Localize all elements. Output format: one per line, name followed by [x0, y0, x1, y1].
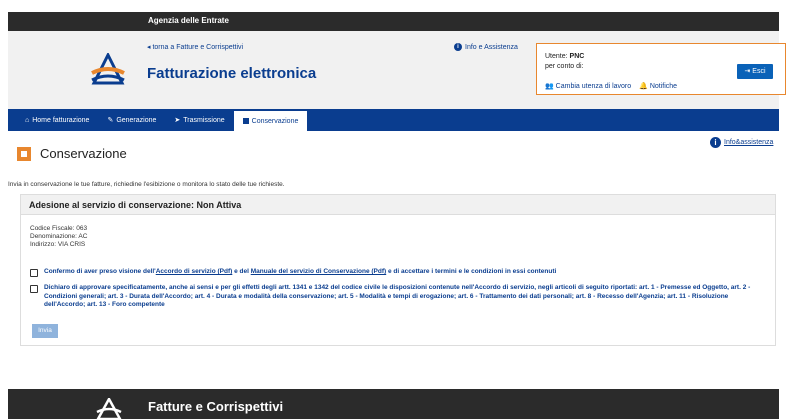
conservazione-icon: [17, 146, 31, 161]
info-assistenza-link[interactable]: i Info&assistenza: [710, 137, 773, 148]
approve-clauses-text: Dichiaro di approvare specificatamente, …: [44, 284, 751, 308]
accept-terms-row: Confermo di aver preso visione dell'Acco…: [30, 268, 556, 277]
panel-title: Adesione al servizio di conservazione: N…: [21, 195, 775, 215]
agency-bar: Agenzia delle Entrate: [8, 12, 779, 31]
send-button[interactable]: Invia: [32, 324, 58, 338]
info-icon: i: [454, 43, 462, 51]
accept-terms-pre: Confermo di aver preso visione dell': [44, 268, 156, 275]
main-nav: ⌂ Home fatturazione ✎ Generazione ➤ Trasmis…: [8, 109, 779, 131]
nav-generazione-label: Generazione: [116, 116, 157, 124]
adhesion-panel: Adesione al servizio di conservazione: N…: [20, 194, 776, 346]
user-box: Utente: PNC per conto di: ⇥ Esci 👥 Cambi…: [536, 43, 786, 95]
info-icon: i: [710, 137, 721, 148]
notifications-label: Notifiche: [649, 83, 678, 90]
nav-home-label: Home fatturazione: [32, 116, 90, 124]
page-title: Conservazione: [40, 146, 127, 161]
info-assistance-link[interactable]: i Info e Assistenza: [454, 43, 518, 51]
nav-trasmissione[interactable]: ➤ Trasmissione: [165, 109, 233, 131]
accept-terms-mid: e del: [232, 268, 251, 275]
user-links: 👥 Cambia utenza di lavoro 🔔 Notifiche: [545, 82, 677, 90]
user-label: Utente:: [545, 53, 568, 60]
app-title: Fatturazione elettronica: [147, 65, 317, 82]
exit-label: Esci: [752, 68, 766, 75]
taxpayer-details: Codice Fiscale: 063 Denominazione: AC In…: [30, 225, 87, 249]
exit-button[interactable]: ⇥ Esci: [737, 64, 773, 79]
notifications-link[interactable]: 🔔 Notifiche: [639, 82, 677, 90]
footer-logo-icon: [96, 398, 122, 419]
indirizzo: Indirizzo: VIA CRIS: [30, 241, 86, 248]
nav-conservazione-label: Conservazione: [251, 117, 299, 125]
accordo-servizio-link[interactable]: Accordo di servizio (Pdf): [156, 268, 233, 275]
pencil-icon: ✎: [107, 117, 114, 124]
accept-terms-text: Confermo di aver preso visione dell'Acco…: [44, 268, 556, 277]
accept-terms-checkbox[interactable]: [30, 269, 38, 277]
change-user-label: Cambia utenza di lavoro: [555, 83, 632, 90]
footer: Fatture e Corrispettivi: [8, 389, 779, 419]
agenzia-logo-icon: [91, 53, 125, 85]
top-margin: [0, 0, 787, 12]
page-heading: Conservazione: [17, 146, 127, 161]
user-line: Utente: PNC: [545, 53, 584, 60]
users-icon: 👥: [545, 83, 554, 90]
app-header: ◂ torna a Fatture e Corrispettivi Fattur…: [8, 31, 786, 109]
home-icon: ⌂: [25, 116, 30, 124]
back-link-label: torna a Fatture e Corrispettivi: [152, 44, 244, 51]
bell-icon: 🔔: [639, 83, 648, 90]
page-intro: Invia in conservazione le tue fatture, r…: [8, 181, 285, 188]
info-assistenza-label: Info&assistenza: [724, 139, 774, 146]
approve-clauses-checkbox[interactable]: [30, 285, 38, 293]
nav-conservazione[interactable]: Conservazione: [233, 109, 308, 131]
send-icon: ➤: [174, 117, 181, 124]
user-value: PNC: [569, 53, 585, 60]
box-icon: [242, 118, 249, 124]
footer-title: Fatture e Corrispettivi: [148, 399, 284, 414]
back-link[interactable]: ◂ torna a Fatture e Corrispettivi: [147, 43, 243, 51]
nav-trasmissione-label: Trasmissione: [183, 116, 225, 124]
nav-generazione[interactable]: ✎ Generazione: [98, 109, 165, 131]
on-behalf-label: per conto di:: [545, 63, 584, 70]
accept-terms-post: e di accettare i termini e le condizioni…: [386, 268, 557, 275]
nav-home[interactable]: ⌂ Home fatturazione: [16, 109, 98, 131]
approve-clauses-row: Dichiaro di approvare specificatamente, …: [30, 284, 765, 310]
denominazione: Denominazione: AC: [30, 233, 88, 240]
change-user-link[interactable]: 👥 Cambia utenza di lavoro: [545, 82, 631, 90]
codice-fiscale: Codice Fiscale: 063: [30, 225, 88, 232]
manuale-conservazione-link[interactable]: Manuale del servizio di Conservazione (P…: [251, 268, 386, 275]
agency-title: Agenzia delle Entrate: [148, 16, 229, 25]
info-link-label: Info e Assistenza: [465, 43, 518, 51]
